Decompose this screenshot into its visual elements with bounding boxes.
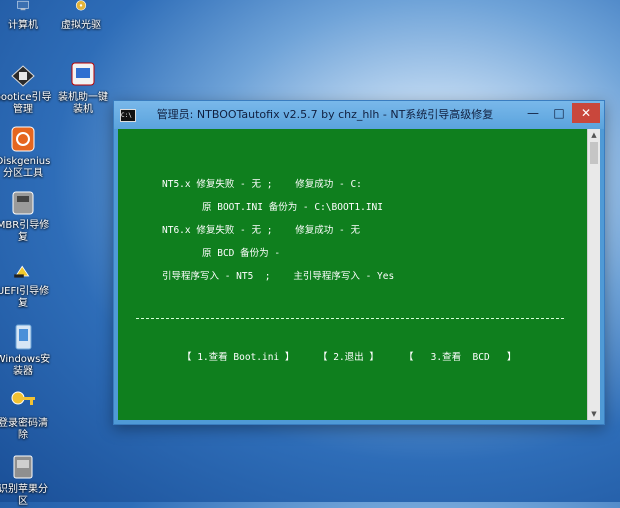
windows-installer-icon: [15, 324, 32, 350]
desktop-icon-label: MBR引导修复: [0, 220, 50, 243]
desktop: { "desktop": { "icons": [ {"label": "计算机…: [0, 0, 620, 507]
disc-icon: [75, 0, 87, 11]
diskgenius-icon: [11, 126, 35, 152]
nt5-backup-line: 原 BOOT.INI 备份为 - C:\BOOT1.INI: [202, 202, 383, 213]
desktop-icon-label: 计算机: [8, 20, 38, 31]
desktop-icon-windows-installer[interactable]: Windows安装器: [0, 322, 52, 378]
scroll-down-arrow-icon[interactable]: ▼: [588, 408, 600, 420]
title-bar[interactable]: C:\ 管理员: NTBOOTautofix v2.5.7 by chz_hlh…: [114, 101, 604, 129]
mbr-repair-icon: [12, 191, 34, 215]
installer-icon: [71, 62, 95, 86]
desktop-icon-label: Windows安装器: [0, 354, 51, 377]
nt6-backup-line: 原 BCD 备份为 -: [202, 248, 281, 259]
boot-write-line: 引导程序写入 - NT5 ; 主引导程序写入 - Yes: [162, 271, 395, 282]
desktop-icon-installer[interactable]: 装机助一键装机: [54, 60, 112, 116]
apple-partition-icon: [13, 455, 33, 479]
maximize-button[interactable]: □: [546, 103, 572, 123]
close-button[interactable]: ✕: [572, 103, 600, 123]
nt5-status-line: NT5.x 修复失败 - 无 ; 修复成功 - C:: [162, 179, 362, 190]
desktop-icon-mbr-repair[interactable]: MBR引导修复: [0, 188, 52, 244]
computer-icon: [17, 0, 29, 11]
desktop-icon-label: 登录密码清除: [0, 418, 48, 441]
minimize-button[interactable]: —: [520, 103, 546, 123]
desktop-icon-label: UEFI引导修复: [0, 286, 50, 309]
desktop-icon-virtual-drive[interactable]: 虚拟光驱: [52, 0, 110, 32]
ntbootautofix-window: C:\ 管理员: NTBOOTautofix v2.5.7 by chz_hlh…: [113, 100, 605, 425]
menu-view-boot-ini[interactable]: 【 1.查看 Boot.ini 】: [182, 349, 294, 363]
desktop-icon-label: bootice引导管理: [0, 92, 52, 115]
desktop-icon-label: 虚拟光驱: [61, 20, 101, 31]
desktop-icon-label: Diskgenius分区工具: [0, 156, 51, 179]
menu-view-bcd[interactable]: 【 3.查看 BCD 】: [404, 349, 516, 363]
bootice-icon: [11, 65, 35, 87]
uefi-repair-icon: [14, 265, 30, 278]
scroll-up-arrow-icon[interactable]: ▲: [588, 129, 600, 141]
scroll-thumb[interactable]: [590, 142, 598, 164]
nt6-status-line: NT6.x 修复失败 - 无 ; 修复成功 - 无: [162, 225, 360, 236]
desktop-icon-diskgenius[interactable]: Diskgenius分区工具: [0, 124, 52, 180]
key-icon: [11, 391, 35, 405]
console-output[interactable]: NT5.x 修复失败 - 无 ; 修复成功 - C: 原 BOOT.INI 备份…: [118, 129, 588, 420]
desktop-icon-apple-partition[interactable]: 识别苹果分区: [0, 452, 52, 508]
separator-line: [136, 318, 564, 319]
desktop-icon-password-clear[interactable]: 登录密码清除: [0, 386, 52, 442]
desktop-icon-bootice[interactable]: bootice引导管理: [0, 60, 52, 116]
desktop-icon-uefi-repair[interactable]: UEFI引导修复: [0, 260, 52, 310]
vertical-scrollbar[interactable]: ▲ ▼: [587, 129, 600, 420]
desktop-icon-computer[interactable]: 计算机: [0, 0, 52, 32]
desktop-icon-label: 识别苹果分区: [0, 484, 48, 507]
menu-exit[interactable]: 【 2.退出 】: [318, 349, 379, 363]
window-title: 管理员: NTBOOTautofix v2.5.7 by chz_hlh - N…: [156, 108, 494, 121]
desktop-icon-label: 装机助一键装机: [58, 92, 108, 115]
console-icon: C:\: [120, 109, 136, 122]
